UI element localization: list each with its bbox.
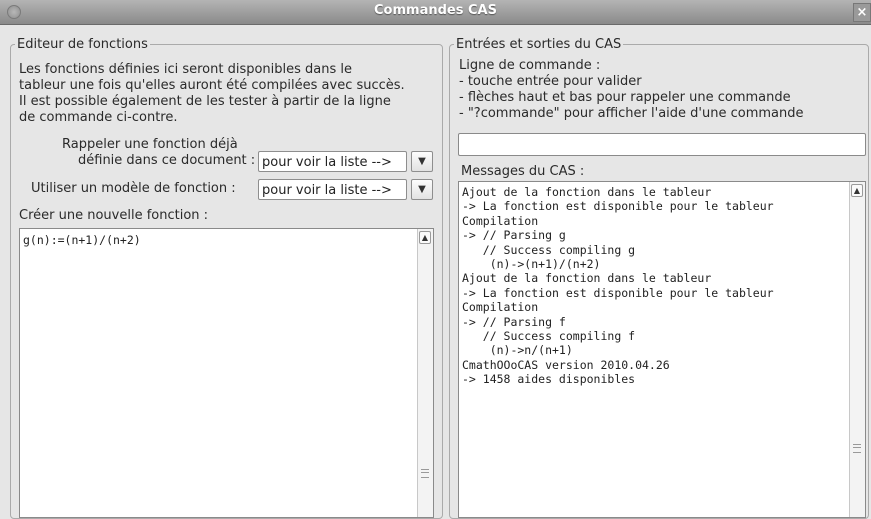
cas-message-line: -> La fonction est disponible pour le ta…	[462, 199, 774, 214]
recall-function-label-line-1: Rappeler une fonction déjà	[62, 137, 238, 152]
cas-messages-area[interactable]: Ajout de la fonction dans le tableur -> …	[458, 181, 866, 518]
cas-help-line-3: - flèches haut et bas pour rappeler une …	[459, 90, 791, 105]
cas-message-line: Compilation	[462, 213, 539, 228]
cas-message-line: -> // Parsing g	[462, 228, 566, 243]
function-editor-textarea[interactable]: g(n):=(n+1)/(n+2) ▲	[19, 228, 434, 518]
cas-message-line: // Success compiling f	[462, 329, 636, 344]
template-function-label: Utiliser un modèle de fonction :	[31, 181, 236, 196]
template-function-dropdown-button[interactable]: ▼	[411, 179, 433, 200]
cas-message-line: -> 1458 aides disponibles	[462, 372, 636, 387]
chevron-down-icon: ▼	[418, 184, 426, 195]
recall-function-combo[interactable]: pour voir la liste -->	[258, 151, 407, 172]
recall-function-dropdown-button[interactable]: ▼	[411, 151, 433, 172]
cas-message-line: Ajout de la fonction dans le tableur	[462, 271, 712, 286]
chevron-up-icon: ▲	[853, 186, 861, 195]
close-button[interactable]: ×	[853, 3, 871, 22]
grip-icon[interactable]	[421, 469, 429, 478]
grip-icon[interactable]	[853, 444, 861, 453]
scroll-up-button[interactable]: ▲	[851, 184, 863, 197]
editor-description-line-1: Les fonctions définies ici seront dispon…	[19, 62, 353, 77]
template-function-combo[interactable]: pour voir la liste -->	[258, 179, 407, 200]
cas-help-line-1: Ligne de commande :	[459, 58, 601, 73]
window-title: Commandes CAS	[374, 3, 497, 18]
cas-message-line: Ajout de la fonction dans le tableur	[462, 185, 712, 199]
function-editor-legend: Editeur de fonctions	[17, 37, 148, 52]
cas-help-line-4: - "?commande" pour afficher l'aide d'une…	[459, 106, 804, 121]
cas-message-line: (n)->(n+1)/(n+2)	[462, 257, 601, 272]
scroll-up-button[interactable]: ▲	[419, 231, 431, 244]
cas-messages-label: Messages du CAS :	[461, 164, 585, 179]
cas-message-line: (n)->n/(n+1)	[462, 343, 573, 358]
cas-command-input[interactable]	[458, 133, 866, 156]
editor-description-line-2: tableur une fois qu'elles auront été com…	[19, 78, 405, 93]
cas-message-line: -> La fonction est disponible pour le ta…	[462, 285, 774, 300]
cas-message-line: // Success compiling g	[462, 242, 636, 257]
messages-scrollbar[interactable]: ▲	[849, 182, 865, 517]
editor-scrollbar[interactable]: ▲	[417, 229, 433, 517]
editor-description-line-3: Il est possible également de les tester …	[19, 94, 391, 109]
cas-io-legend: Entrées et sorties du CAS	[456, 37, 622, 52]
cas-message-line: Compilation	[462, 300, 539, 315]
create-function-label: Créer une nouvelle fonction :	[19, 208, 209, 223]
cas-messages-content: Ajout de la fonction dans le tableur -> …	[462, 185, 774, 387]
cas-help-line-2: - touche entrée pour valider	[459, 74, 642, 89]
chevron-down-icon: ▼	[418, 156, 426, 167]
cas-message-line: CmathOOoCAS version 2010.04.26	[462, 357, 670, 372]
editor-description-line-4: de commande ci-contre.	[19, 110, 178, 125]
function-editor-content[interactable]: g(n):=(n+1)/(n+2)	[23, 233, 141, 247]
recall-function-label-line-2: définie dans ce document :	[78, 153, 256, 168]
chevron-up-icon: ▲	[421, 233, 429, 242]
cas-message-line: -> // Parsing f	[462, 314, 566, 329]
window-titlebar[interactable]: Commandes CAS ×	[0, 0, 871, 25]
